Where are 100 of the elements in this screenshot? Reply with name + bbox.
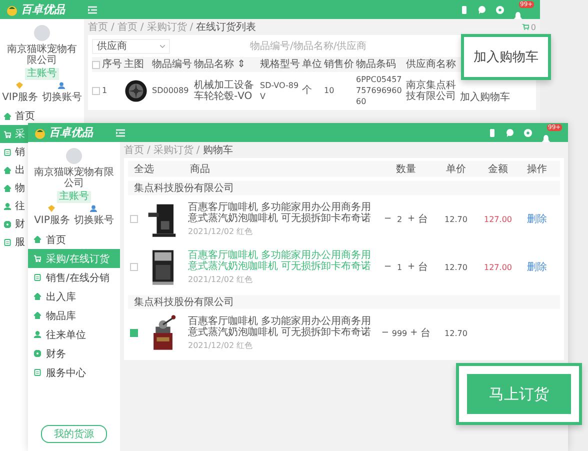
quantity-value: 2 [396, 214, 404, 224]
nav-item[interactable]: 往 [0, 197, 28, 215]
breadcrumb-separator: / [111, 22, 114, 32]
coin-icon [4, 220, 11, 228]
settings-icon[interactable] [496, 6, 504, 14]
company-name: 南京猫咪宠物有限公司 [6, 44, 78, 66]
nav-item[interactable]: 财务 [28, 344, 120, 363]
product-meta: 2021/12/02 红色 [188, 340, 254, 350]
nav-item[interactable]: 首页 [28, 230, 120, 249]
breadcrumb-separator: / [140, 22, 144, 32]
company-name: 南京猫咪宠物有限公司 [33, 167, 115, 189]
nav-item[interactable]: 销售/在线分销 [28, 268, 120, 287]
cart-count: 0 [530, 22, 536, 32]
cart-icon[interactable] [522, 24, 529, 30]
table-cell-text: SD-VO-89V [260, 80, 300, 102]
checkbox[interactable] [130, 329, 138, 337]
checkbox[interactable] [130, 215, 138, 223]
clipboard-icon [34, 369, 41, 376]
breadcrumb-current: 购物车 [202, 144, 233, 157]
house-icon [34, 236, 41, 243]
column-header: 规格型号 [260, 59, 301, 70]
supplier-name: 集点科技股份有限公司 [128, 295, 560, 309]
nav-item[interactable]: 首页 [0, 107, 38, 125]
column-header: 全选 [134, 162, 155, 176]
settings-icon[interactable] [524, 128, 532, 136]
shortcut-button[interactable]: 切换账号 [74, 205, 114, 227]
chat-icon[interactable] [506, 128, 514, 136]
logo-icon [34, 126, 46, 138]
checkbox[interactable] [92, 60, 100, 68]
column-header: 数量 [395, 163, 417, 176]
breadcrumb-separator: / [190, 22, 194, 32]
column-header: 序号 [102, 59, 123, 70]
shortcut-button[interactable]: VIP服务 [2, 82, 38, 104]
minus-button[interactable]: − [384, 262, 392, 272]
add-to-cart-link[interactable]: 加入购物车 [460, 90, 532, 104]
amount-text: 127.00 [483, 214, 513, 224]
cart-icon [34, 255, 41, 262]
supplier-select[interactable]: 供应商 [92, 38, 170, 54]
nav-item[interactable]: 销 [0, 143, 28, 161]
product-meta: 2021/12/02 红色 [188, 226, 254, 236]
account-tag: 主账号 [57, 191, 91, 203]
supplier-name: 集点科技股份有限公司 [128, 181, 560, 195]
phone-icon[interactable] [488, 128, 496, 136]
chevron-icon [160, 44, 165, 48]
column-header: 金额 [487, 162, 509, 176]
plus-button[interactable]: + [408, 214, 416, 224]
checkbox[interactable] [92, 86, 100, 94]
bell-icon[interactable] [542, 135, 550, 143]
logo-text: 百卓优品 [49, 125, 93, 140]
delete-link[interactable]: 删除 [520, 260, 554, 274]
nav-item[interactable]: 出入库 [28, 287, 120, 306]
minus-button[interactable]: − [384, 214, 392, 224]
logo-icon [6, 4, 18, 16]
unit-text: 台 [418, 212, 428, 226]
column-header: 物品名称 ⇕ [194, 59, 247, 70]
nav-item[interactable]: 出 [0, 161, 28, 179]
table-cell-text: SD00089 [152, 85, 190, 96]
nav-item[interactable]: 往来单位 [28, 325, 120, 344]
column-header: 单价 [445, 162, 467, 176]
delete-link[interactable]: 删除 [520, 212, 554, 226]
person-icon [90, 205, 98, 212]
unit-text: 台 [418, 260, 428, 274]
clipboard-icon [34, 274, 41, 281]
unit-price: 12.70 [444, 328, 468, 338]
bell-icon[interactable] [514, 12, 522, 20]
house-icon [34, 293, 41, 300]
cart-icon [4, 130, 11, 138]
column-header: 操作 [526, 163, 548, 176]
plus-button[interactable]: + [410, 328, 418, 338]
checkbox[interactable] [130, 263, 138, 271]
callout-box: 加入购物车 [461, 34, 551, 80]
breadcrumb-separator: / [196, 144, 200, 156]
column-header: 主图 [124, 59, 145, 70]
table-cell-text: 1 [102, 85, 108, 96]
breadcrumb-current: 在线订货列表 [196, 20, 256, 34]
product-title[interactable]: 百惠客厅咖啡机 多功能家用办公用商务用意式蒸汽奶泡咖啡机 可无损拆卸卡布奇诺 [188, 202, 372, 224]
person-icon [4, 202, 11, 210]
column-header: 商品 [190, 162, 211, 176]
nav-item[interactable]: 财 [0, 215, 28, 233]
menu-icon[interactable] [88, 6, 97, 14]
shortcut-button[interactable]: VIP服务 [34, 205, 70, 227]
nav-item[interactable]: 物品库 [28, 306, 120, 325]
table-cell-text: 10 [324, 85, 336, 96]
house-icon [34, 312, 41, 319]
shortcut-button[interactable]: 切换账号 [42, 82, 82, 104]
quantity-value: 1 [396, 262, 404, 272]
breadcrumb-separator: / [147, 144, 150, 156]
nav-item[interactable]: 服务中心 [28, 363, 120, 382]
menu-icon[interactable] [116, 128, 125, 136]
diamond-icon [16, 82, 24, 89]
nav-item[interactable]: 物 [0, 179, 28, 197]
phone-icon[interactable] [460, 6, 468, 14]
chat-icon[interactable] [478, 6, 486, 14]
minus-button[interactable]: − [381, 328, 389, 338]
column-header: 销售价 [324, 59, 355, 70]
nav-item[interactable]: 服 [0, 233, 28, 251]
quantity-value: 999 [392, 328, 408, 338]
column-header: 供应商名称 [406, 59, 457, 70]
plus-button[interactable]: + [408, 262, 416, 272]
product-title[interactable]: 百惠客厅咖啡机 多功能家用办公用商务用意式蒸汽奶泡咖啡机 可无损拆卸卡布奇诺 [188, 316, 372, 338]
